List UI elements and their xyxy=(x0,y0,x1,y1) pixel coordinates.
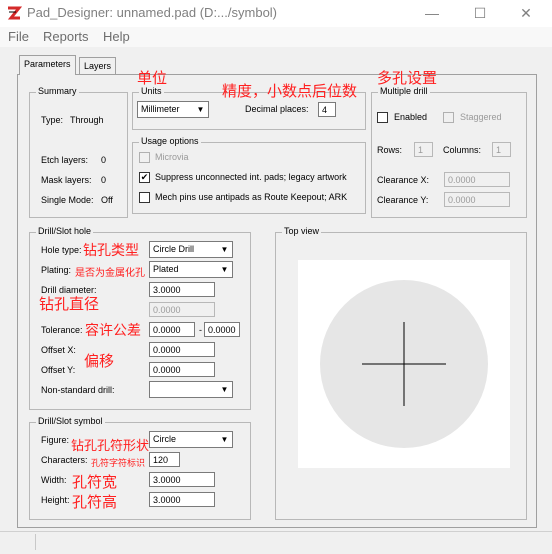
decimal-places-label: Decimal places: xyxy=(245,104,309,114)
pad-preview xyxy=(320,280,488,448)
non-standard-drill-label: Non-standard drill: xyxy=(41,385,115,395)
columns-label: Columns: xyxy=(443,145,482,155)
units-select[interactable]: Millimeter ▼ xyxy=(137,101,209,118)
figure-label: Figure: xyxy=(41,435,70,445)
status-bar xyxy=(0,531,552,554)
hole-type-value: Circle Drill xyxy=(153,244,194,254)
plating-label: Plating: xyxy=(41,265,72,275)
tab-parameters[interactable]: Parameters xyxy=(19,55,76,75)
columns-input[interactable]: 1 xyxy=(492,142,511,157)
clearance-x-input[interactable]: 0.0000 xyxy=(444,172,510,187)
microvia-checkbox[interactable] xyxy=(139,152,150,163)
suppress-checkbox[interactable]: ✔ xyxy=(139,172,150,183)
figure-value: Circle xyxy=(153,434,177,444)
menu-help[interactable]: Help xyxy=(103,27,130,47)
plating-value: Plated xyxy=(153,264,179,274)
non-standard-drill-select[interactable]: ▼ xyxy=(149,381,233,398)
drill-diameter-input[interactable]: 3.0000 xyxy=(149,282,215,297)
suppress-label: Suppress unconnected int. pads; legacy a… xyxy=(155,172,347,182)
app-icon xyxy=(7,6,22,20)
top-view-canvas xyxy=(298,260,510,468)
menu-bar: File Reports Help xyxy=(0,27,552,47)
offset-y-input[interactable]: 0.0000 xyxy=(149,362,215,377)
mech-pins-label: Mech pins use antipads as Route Keepout;… xyxy=(155,192,348,202)
tab-layers[interactable]: Layers xyxy=(79,57,117,74)
microvia-label: Microvia xyxy=(155,152,189,162)
top-view-title: Top view xyxy=(282,226,322,236)
single-mode-value: Off xyxy=(101,195,113,205)
rows-label: Rows: xyxy=(377,145,403,155)
status-pane-left xyxy=(7,534,36,550)
drill-slot-hole-title: Drill/Slot hole xyxy=(36,226,94,236)
annotation-plating: 是否为金属化孔 xyxy=(75,268,145,279)
clearance-y-input[interactable]: 0.0000 xyxy=(444,192,510,207)
offset-x-label: Offset X: xyxy=(41,345,76,355)
annotation-tolerance: 容许公差 xyxy=(85,322,141,338)
chevron-down-icon: ▼ xyxy=(220,265,229,274)
menu-file[interactable]: File xyxy=(8,27,29,47)
chevron-down-icon: ▼ xyxy=(220,245,229,254)
hole-type-label: Hole type: xyxy=(41,245,82,255)
chevron-down-icon: ▼ xyxy=(196,105,205,114)
minimize-button[interactable]: — xyxy=(422,4,442,22)
chevron-down-icon: ▼ xyxy=(220,435,229,444)
tolerance-plus-input[interactable]: 0.0000 xyxy=(149,322,195,337)
mask-layers-value: 0 xyxy=(101,175,107,185)
annotation-figure: 钻孔孔符形状 xyxy=(71,438,150,453)
summary-title: Summary xyxy=(36,86,79,96)
tolerance-label: Tolerance: xyxy=(41,325,83,335)
staggered-checkbox[interactable] xyxy=(443,112,454,123)
figure-select[interactable]: Circle ▼ xyxy=(149,431,233,448)
title-bar: Pad_Designer: unnamed.pad (D:.../symbol)… xyxy=(0,0,552,27)
close-button[interactable]: ✕ xyxy=(516,4,536,22)
height-input[interactable]: 3.0000 xyxy=(149,492,215,507)
units-select-value: Millimeter xyxy=(141,104,180,114)
characters-input[interactable]: 120 xyxy=(149,452,180,467)
annotation-characters: 孔符字符标识 xyxy=(91,458,146,468)
clearance-x-label: Clearance X: xyxy=(377,175,430,185)
decimal-places-input[interactable]: 4 xyxy=(318,102,336,117)
hole-type-select[interactable]: Circle Drill ▼ xyxy=(149,241,233,258)
annotation-units: 单位 xyxy=(137,70,168,87)
width-input[interactable]: 3.0000 xyxy=(149,472,215,487)
mech-pins-checkbox[interactable] xyxy=(139,192,150,203)
usage-options-title: Usage options xyxy=(139,136,201,146)
offset-x-input[interactable]: 0.0000 xyxy=(149,342,215,357)
chevron-down-icon: ▼ xyxy=(220,385,229,394)
characters-label: Characters: xyxy=(41,455,88,465)
annotation-width: 孔符宽 xyxy=(72,474,118,491)
rows-input[interactable]: 1 xyxy=(414,142,433,157)
offset-y-label: Offset Y: xyxy=(41,365,76,375)
drill-diameter-secondary-input[interactable]: 0.0000 xyxy=(149,302,215,317)
tolerance-dash: - xyxy=(199,325,202,335)
annotation-diameter: 钻孔直径 xyxy=(39,296,100,313)
enabled-label: Enabled xyxy=(394,112,428,122)
enabled-checkbox[interactable] xyxy=(377,112,388,123)
annotation-precision: 精度，小数点后位数 xyxy=(222,83,358,100)
mask-layers-label: Mask layers: xyxy=(41,175,92,185)
single-mode-label: Single Mode: xyxy=(41,195,94,205)
type-value: Through xyxy=(70,115,104,125)
window-title: Pad_Designer: unnamed.pad (D:.../symbol) xyxy=(27,5,278,20)
plating-select[interactable]: Plated ▼ xyxy=(149,261,233,278)
type-label: Type: xyxy=(41,115,64,125)
clearance-y-label: Clearance Y: xyxy=(377,195,429,205)
annotation-multiple-drill: 多孔设置 xyxy=(377,70,438,87)
etch-layers-label: Etch layers: xyxy=(41,155,89,165)
height-label: Height: xyxy=(41,495,70,505)
tolerance-minus-input[interactable]: 0.0000 xyxy=(204,322,240,337)
annotation-hole-type: 钻孔类型 xyxy=(83,242,139,258)
menu-reports[interactable]: Reports xyxy=(43,27,89,47)
annotation-height: 孔符高 xyxy=(72,494,118,511)
drill-slot-symbol-title: Drill/Slot symbol xyxy=(36,416,105,426)
width-label: Width: xyxy=(41,475,67,485)
staggered-label: Staggered xyxy=(460,112,502,122)
annotation-offset: 偏移 xyxy=(84,353,115,370)
maximize-button[interactable]: ☐ xyxy=(470,4,490,22)
etch-layers-value: 0 xyxy=(101,155,107,165)
